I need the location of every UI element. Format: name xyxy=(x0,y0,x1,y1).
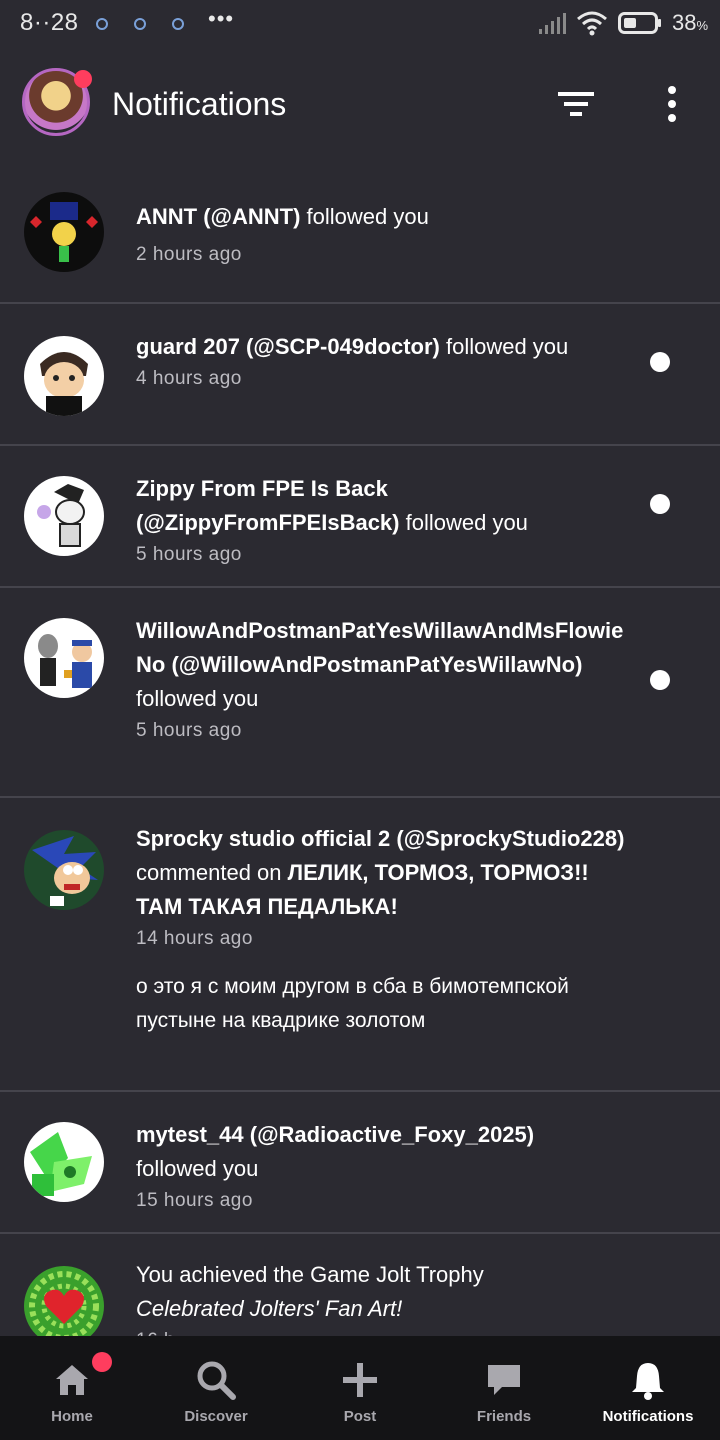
notification-list[interactable]: ANNT (@ANNT) followed you 2 hours ago gu… xyxy=(0,160,720,1336)
notification-action: commented on xyxy=(136,860,288,885)
trophy-name[interactable]: Celebrated Jolters' Fan Art! xyxy=(136,1296,402,1321)
notification-item[interactable]: guard 207 (@SCP-049doctor) followed you … xyxy=(0,304,720,446)
notification-action: followed you xyxy=(136,686,259,711)
nav-post[interactable]: Post xyxy=(288,1336,432,1440)
more-notifications-icon: ••• xyxy=(208,6,235,31)
notification-text: You achieved the Game Jolt Trophy Celebr… xyxy=(136,1258,626,1336)
avatar-badge xyxy=(74,70,92,88)
nav-label: Friends xyxy=(476,1408,532,1425)
comment-preview: о это я с моим другом в сба в бимотемпск… xyxy=(136,975,569,1032)
more-vertical-icon xyxy=(668,86,676,122)
status-bar: 8··28 ••• 38% xyxy=(0,0,720,48)
notification-user[interactable]: mytest_44 (@Radioactive_Foxy_2025) xyxy=(136,1122,534,1147)
bottom-navigation: Home Discover Post Friends Notifications xyxy=(0,1336,720,1440)
nav-discover[interactable]: Discover xyxy=(144,1336,288,1440)
search-icon xyxy=(194,1358,238,1402)
bell-icon xyxy=(626,1358,670,1402)
avatar-image xyxy=(24,476,104,556)
notification-action: followed you xyxy=(300,204,429,229)
filter-icon xyxy=(558,92,594,116)
notification-time: 16 h xyxy=(136,1326,626,1336)
avatar[interactable] xyxy=(24,192,104,272)
nav-home[interactable]: Home xyxy=(0,1336,144,1440)
avatar-image xyxy=(24,336,104,416)
trophy-badge-image xyxy=(24,1266,104,1336)
status-notification-icons xyxy=(96,18,184,30)
avatar-image xyxy=(24,1122,104,1202)
notification-text: WillowAndPostmanPatYesWillawAndMsFlowieN… xyxy=(136,614,626,746)
notification-text: mytest_44 (@Radioactive_Foxy_2025) follo… xyxy=(136,1118,626,1216)
filter-button[interactable] xyxy=(554,82,598,126)
notification-text: Zippy From FPE Is Back (@ZippyFromFPEIsB… xyxy=(136,472,626,570)
battery-level: 38% xyxy=(671,10,708,35)
avatar[interactable] xyxy=(24,618,104,698)
plus-icon xyxy=(338,1358,382,1402)
avatar[interactable] xyxy=(24,1122,104,1202)
avatar[interactable] xyxy=(24,336,104,416)
notification-user[interactable]: Sprocky studio official 2 (@SprockyStudi… xyxy=(136,826,624,851)
trophy-prefix: You achieved the Game Jolt Trophy xyxy=(136,1262,484,1287)
avatar-image xyxy=(24,830,104,910)
avatar[interactable] xyxy=(24,830,104,910)
nav-notifications[interactable]: Notifications xyxy=(576,1336,720,1440)
avatar[interactable] xyxy=(24,1266,104,1336)
notification-item[interactable]: You achieved the Game Jolt Trophy Celebr… xyxy=(0,1234,720,1336)
message-notification-icon xyxy=(134,18,146,30)
battery-icon xyxy=(617,12,661,34)
page-title: Notifications xyxy=(112,86,287,122)
app-header: Notifications xyxy=(0,48,720,160)
notification-user[interactable]: Zippy From FPE Is Back (@ZippyFromFPEIsB… xyxy=(136,476,400,535)
notification-item[interactable]: ANNT (@ANNT) followed you 2 hours ago xyxy=(0,160,720,304)
app-notification-icon xyxy=(172,18,184,30)
nav-friends[interactable]: Friends xyxy=(432,1336,576,1440)
notification-user[interactable]: guard 207 (@SCP-049doctor) xyxy=(136,334,440,359)
notification-time: 5 hours ago xyxy=(136,720,242,741)
status-right: 38% xyxy=(538,10,708,36)
notification-action: followed you xyxy=(399,510,528,535)
avatar[interactable] xyxy=(24,476,104,556)
home-badge xyxy=(92,1352,112,1372)
notification-action: followed you xyxy=(439,334,569,359)
wifi-icon xyxy=(576,11,607,36)
notification-item[interactable]: mytest_44 (@Radioactive_Foxy_2025) follo… xyxy=(0,1092,720,1234)
avatar-image xyxy=(24,192,104,272)
notification-item[interactable]: WillowAndPostmanPatYesWillawAndMsFlowieN… xyxy=(0,588,720,798)
app-notification-icon xyxy=(96,18,108,30)
nav-label: Discover xyxy=(184,1408,248,1425)
notification-time: 15 hours ago xyxy=(136,1190,253,1211)
unread-indicator xyxy=(650,670,670,690)
chat-icon xyxy=(482,1358,526,1402)
nav-label: Notifications xyxy=(602,1408,694,1425)
notification-item[interactable]: Zippy From FPE Is Back (@ZippyFromFPEIsB… xyxy=(0,446,720,588)
notification-time: 5 hours ago xyxy=(136,544,242,565)
nav-label: Post xyxy=(343,1408,377,1425)
notification-action: followed you xyxy=(136,1156,259,1181)
unread-indicator xyxy=(650,352,670,372)
notification-user[interactable]: WillowAndPostmanPatYesWillawAndMsFlowieN… xyxy=(136,618,623,677)
avatar-image xyxy=(24,618,104,698)
notification-time: 14 hours ago xyxy=(136,928,253,949)
nav-label: Home xyxy=(51,1408,93,1425)
status-time: 8··28 xyxy=(20,9,79,36)
notification-time: 4 hours ago xyxy=(136,368,242,389)
more-options-button[interactable] xyxy=(650,82,694,126)
notification-user[interactable]: ANNT (@ANNT) xyxy=(136,204,300,229)
notification-item[interactable]: Sprocky studio official 2 (@SprockyStudi… xyxy=(0,798,720,1092)
notification-time: 2 hours ago xyxy=(136,244,242,265)
notification-text: Sprocky studio official 2 (@SprockyStudi… xyxy=(136,822,626,1038)
signal-icon xyxy=(538,13,566,34)
unread-indicator xyxy=(650,494,670,514)
notification-text: ANNT (@ANNT) followed you 2 hours ago xyxy=(136,200,626,270)
notification-text: guard 207 (@SCP-049doctor) followed you … xyxy=(136,330,626,394)
home-icon xyxy=(50,1358,94,1402)
